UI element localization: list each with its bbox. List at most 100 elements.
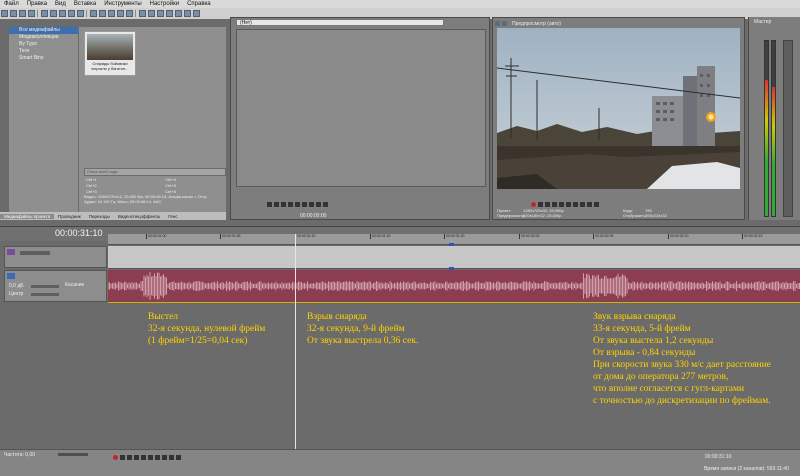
master-fader[interactable] [783, 40, 793, 217]
loop-icon[interactable] [267, 201, 272, 207]
pause-icon[interactable] [288, 201, 293, 207]
preview-res-value: 320x180x32; 25,000p [523, 213, 562, 218]
annotation-line: Выстел [148, 312, 179, 322]
cut-icon[interactable] [50, 10, 57, 17]
tree-item-by-type[interactable]: By Type [9, 41, 78, 48]
stop-icon[interactable] [295, 201, 300, 207]
loop-icon[interactable] [538, 201, 543, 207]
tree-item-smart-bins[interactable]: Smart Bins [9, 55, 78, 62]
play-icon[interactable] [545, 201, 550, 207]
stop-icon[interactable] [566, 201, 571, 207]
redo-icon[interactable] [99, 10, 106, 17]
menu-view[interactable]: Вид [55, 1, 66, 7]
prev-frame-icon[interactable] [587, 201, 592, 207]
go-end-icon[interactable] [323, 201, 328, 207]
pause-icon[interactable] [559, 201, 564, 207]
master-meter-right [771, 40, 776, 217]
tree-item-tags[interactable]: Теги [9, 48, 78, 55]
annotation-line: что вполне согласется с гугл-картами [593, 384, 745, 394]
prev-frame-icon[interactable] [169, 454, 174, 460]
region-icon[interactable] [193, 10, 200, 17]
next-frame-icon[interactable] [176, 454, 181, 460]
loop-icon[interactable] [120, 454, 125, 460]
open-icon[interactable] [10, 10, 17, 17]
annotation-line: От звука выстрела 0,36 сек. [307, 336, 419, 346]
tab-video-fx[interactable]: Видеоспецэффекты [114, 214, 164, 219]
display-value: 393x224x32 [645, 213, 667, 218]
playhead-cursor[interactable] [295, 234, 296, 449]
trimmer-timecode: 00:00:00:00 [300, 213, 327, 219]
zoom-tool-icon[interactable] [166, 10, 173, 17]
volume-slider[interactable] [31, 285, 59, 288]
properties-icon[interactable] [41, 10, 48, 17]
annotation-explosion-sound: Звук взрыва снаряда 33-я секунда, 5-й фр… [593, 311, 771, 407]
envelope-tool-icon[interactable] [148, 10, 155, 17]
pause-icon[interactable] [141, 454, 146, 460]
preview-quality-dropdown[interactable]: Предпросмотр (авто) [512, 21, 561, 27]
go-start-icon[interactable] [573, 201, 578, 207]
save-icon[interactable] [19, 10, 26, 17]
pan-slider[interactable] [31, 293, 59, 296]
toolbar-separator [37, 10, 39, 17]
search-input[interactable]: Поиск всей ходи [84, 168, 226, 176]
paste-icon[interactable] [68, 10, 75, 17]
tree-item-media-collections[interactable]: Медиаколлекции [9, 34, 78, 41]
next-frame-icon[interactable] [309, 201, 314, 207]
prev-frame-icon[interactable] [302, 201, 307, 207]
play-from-start-icon[interactable] [552, 201, 557, 207]
snap-icon[interactable] [108, 10, 115, 17]
preview-res-label: Предпросмотр: [497, 213, 526, 218]
rate-slider[interactable] [58, 453, 88, 456]
go-end-icon[interactable] [162, 454, 167, 460]
tab-generators[interactable]: Генс [164, 214, 181, 219]
marker-icon[interactable] [184, 10, 191, 17]
lock-icon[interactable] [117, 10, 124, 17]
tab-project-media[interactable]: Медиафайлы проекта [0, 213, 55, 219]
trimmer-dropdown[interactable]: (Нет) [236, 19, 444, 26]
video-track-lane[interactable] [108, 246, 800, 269]
preview-transport [530, 200, 600, 208]
ripple-icon[interactable] [126, 10, 133, 17]
stop-icon[interactable] [148, 454, 153, 460]
next-frame-icon[interactable] [594, 201, 599, 207]
media-properties: Видео: 1280x720x12, 25,000 fps, 00:00:48… [79, 194, 231, 204]
go-end-icon[interactable] [580, 201, 585, 207]
record-icon[interactable] [113, 454, 118, 460]
timeline-ruler[interactable]: 00:00:31:00 00:00:31:05 00:00:31:10 00:0… [108, 234, 800, 245]
undo-icon[interactable] [90, 10, 97, 17]
preview-settings-icon[interactable] [495, 21, 500, 26]
menu-insert[interactable]: Вставка [74, 1, 96, 7]
play-icon[interactable] [134, 454, 139, 460]
ruler-tick: 00:00:32:15 [742, 234, 763, 239]
tab-transitions[interactable]: Переходы [85, 214, 114, 219]
delete-icon[interactable] [77, 10, 84, 17]
split-screen-icon[interactable] [502, 21, 507, 26]
normal-edit-tool-icon[interactable] [139, 10, 146, 17]
video-track-header[interactable] [4, 246, 107, 268]
record-icon[interactable] [531, 201, 536, 207]
annotation-explosion: Взрыв снаряда 32-я секунда, 9-й фрейм От… [307, 311, 418, 347]
menu-file[interactable]: Файл [4, 1, 19, 7]
menu-edit[interactable]: Правка [27, 1, 47, 7]
audio-pan-label: Центр [9, 291, 24, 297]
tree-item-all-media[interactable]: Все медиафайлы [9, 27, 78, 34]
menu-settings[interactable]: Настройки [150, 1, 179, 7]
render-icon[interactable] [28, 10, 35, 17]
tab-explorer[interactable]: Проводник [54, 214, 85, 219]
split-icon[interactable] [175, 10, 182, 17]
go-start-icon[interactable] [316, 201, 321, 207]
menu-help[interactable]: Справка [187, 1, 211, 7]
play-icon[interactable] [274, 201, 279, 207]
new-icon[interactable] [1, 10, 8, 17]
selection-tool-icon[interactable] [157, 10, 164, 17]
copy-icon[interactable] [59, 10, 66, 17]
video-level-slider[interactable] [20, 251, 50, 255]
go-start-icon[interactable] [155, 454, 160, 460]
automation-mode-dropdown[interactable]: Касание [65, 282, 84, 288]
menu-tools[interactable]: Инструменты [104, 1, 141, 7]
audio-track-header[interactable]: 0,0 дБ Центр Касание [4, 270, 107, 302]
play-from-start-icon[interactable] [281, 201, 286, 207]
media-thumbnail[interactable]: Снаряды бойовики влучили у багатоп... [84, 31, 136, 76]
annotation-shot: Выстел 32-я секунда, нулевой фрейм (1 фр… [148, 311, 265, 347]
play-from-start-icon[interactable] [127, 454, 132, 460]
